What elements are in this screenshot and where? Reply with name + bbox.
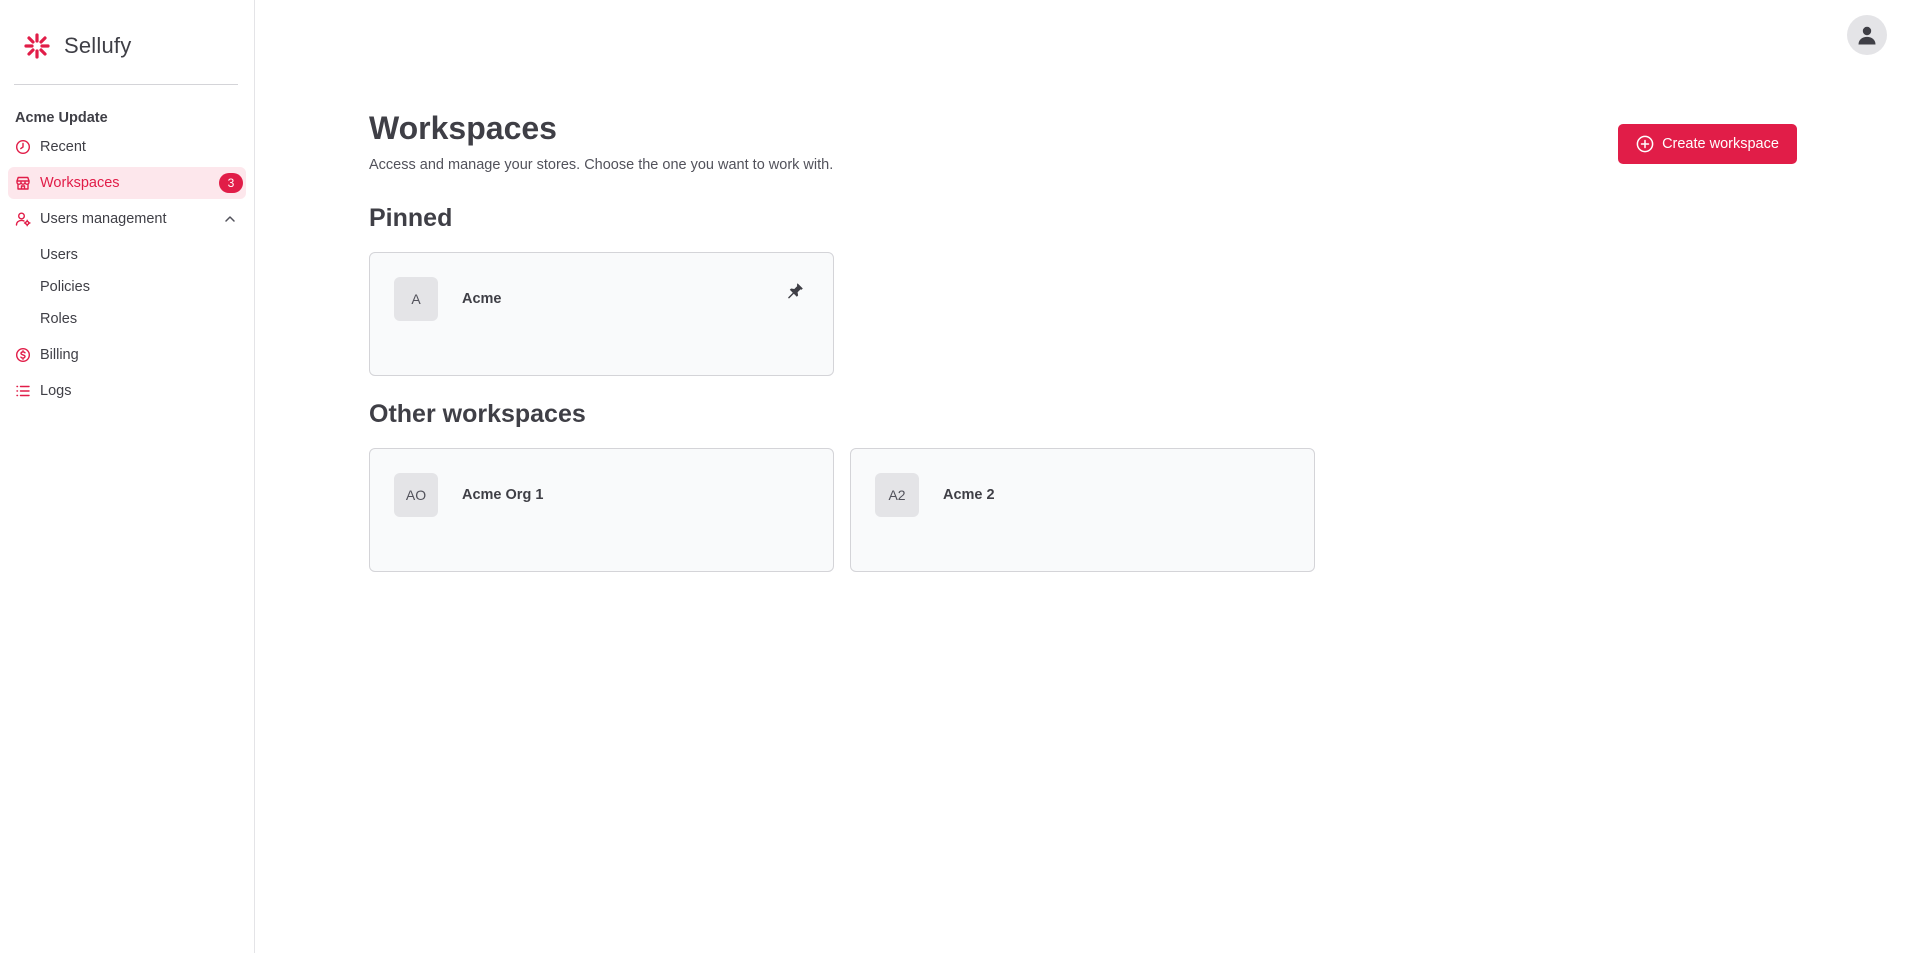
dollar-circle-icon: [15, 347, 31, 363]
sidebar-subitem-policies[interactable]: Policies: [8, 271, 246, 303]
sidebar-nav: Recent Workspaces 3 Users management Use…: [8, 131, 246, 411]
workspace-name: Acme 2: [943, 487, 995, 503]
workspace-name: Acme Org 1: [462, 487, 544, 503]
brand[interactable]: Sellufy: [22, 30, 131, 62]
sidebar-item-workspaces[interactable]: Workspaces 3: [8, 167, 246, 199]
workspace-card-acme-2[interactable]: A2 Acme 2: [850, 448, 1315, 572]
sidebar-subitem-roles[interactable]: Roles: [8, 303, 246, 335]
page-title: Workspaces: [369, 110, 557, 146]
pin-icon[interactable]: [785, 281, 805, 301]
sidebar-item-logs[interactable]: Logs: [8, 375, 246, 407]
list-icon: [15, 383, 31, 399]
sidebar-item-label: Users management: [40, 211, 167, 227]
pinned-section-title: Pinned: [369, 204, 453, 232]
create-workspace-label: Create workspace: [1662, 136, 1779, 152]
workspace-initials: A2: [875, 473, 919, 517]
user-cog-icon: [15, 211, 31, 227]
page-subtitle: Access and manage your stores. Choose th…: [369, 157, 834, 173]
sidebar-divider: [14, 84, 238, 85]
workspace-card-acme-org-1[interactable]: AO Acme Org 1: [369, 448, 834, 572]
workspaces-count-badge: 3: [219, 173, 243, 193]
chevron-up-icon[interactable]: [222, 211, 238, 227]
sidebar-item-label: Billing: [40, 347, 79, 363]
user-avatar-button[interactable]: [1847, 15, 1887, 55]
sellufy-logo-icon: [24, 33, 50, 59]
workspace-initials: A: [394, 277, 438, 321]
sidebar-item-recent[interactable]: Recent: [8, 131, 246, 163]
sidebar-item-users-management[interactable]: Users management: [8, 203, 246, 235]
sidebar-item-label: Logs: [40, 383, 72, 399]
brand-name: Sellufy: [64, 33, 132, 58]
org-name: Acme Update: [15, 110, 108, 126]
workspace-card-acme[interactable]: A Acme: [369, 252, 834, 376]
plus-circle-icon: [1636, 135, 1654, 153]
sidebar-subitem-users[interactable]: Users: [8, 239, 246, 271]
create-workspace-button[interactable]: Create workspace: [1618, 124, 1797, 164]
other-workspaces-section-title: Other workspaces: [369, 400, 586, 428]
sidebar-item-billing[interactable]: Billing: [8, 339, 246, 371]
user-icon: [1858, 26, 1876, 45]
sidebar: Sellufy Acme Update Recent Workspaces 3: [0, 0, 255, 953]
clock-icon: [15, 139, 31, 155]
store-icon: [15, 175, 31, 191]
sidebar-item-label: Workspaces: [40, 175, 120, 191]
sidebar-item-label: Recent: [40, 139, 86, 155]
workspace-name: Acme: [462, 291, 502, 307]
workspace-initials: AO: [394, 473, 438, 517]
